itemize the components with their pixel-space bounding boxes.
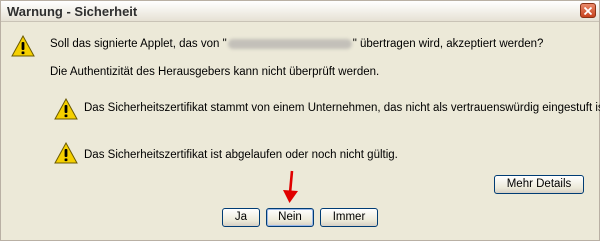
warning-untrusted-text: Das Sicherheitszertifikat stammt von ein… — [84, 102, 600, 114]
close-button[interactable] — [580, 3, 596, 18]
warning-icon — [54, 142, 78, 164]
security-warning-dialog: Warnung - Sicherheit Soll das signierte … — [0, 0, 600, 241]
close-icon — [584, 7, 592, 15]
question-text: Soll das signierte Applet, das von " " üb… — [50, 38, 543, 50]
blurred-publisher-name — [227, 38, 352, 49]
more-details-button[interactable]: Mehr Details — [494, 175, 584, 194]
title-bar[interactable]: Warnung - Sicherheit — [1, 1, 599, 22]
authenticity-text: Die Authentizität des Herausgebers kann … — [50, 66, 380, 78]
question-prefix: Soll das signierte Applet, das von " — [50, 38, 227, 50]
warning-icon — [11, 35, 35, 57]
no-button[interactable]: Nein — [266, 208, 314, 227]
question-suffix: " übertragen wird, akzeptiert werden? — [352, 38, 544, 50]
warning-icon — [54, 98, 78, 120]
always-button[interactable]: Immer — [320, 208, 378, 227]
red-arrow-annotation — [283, 170, 298, 203]
yes-button[interactable]: Ja — [222, 208, 260, 227]
warning-expired-text: Das Sicherheitszertifikat ist abgelaufen… — [84, 149, 398, 161]
window-title: Warnung - Sicherheit — [7, 4, 138, 19]
